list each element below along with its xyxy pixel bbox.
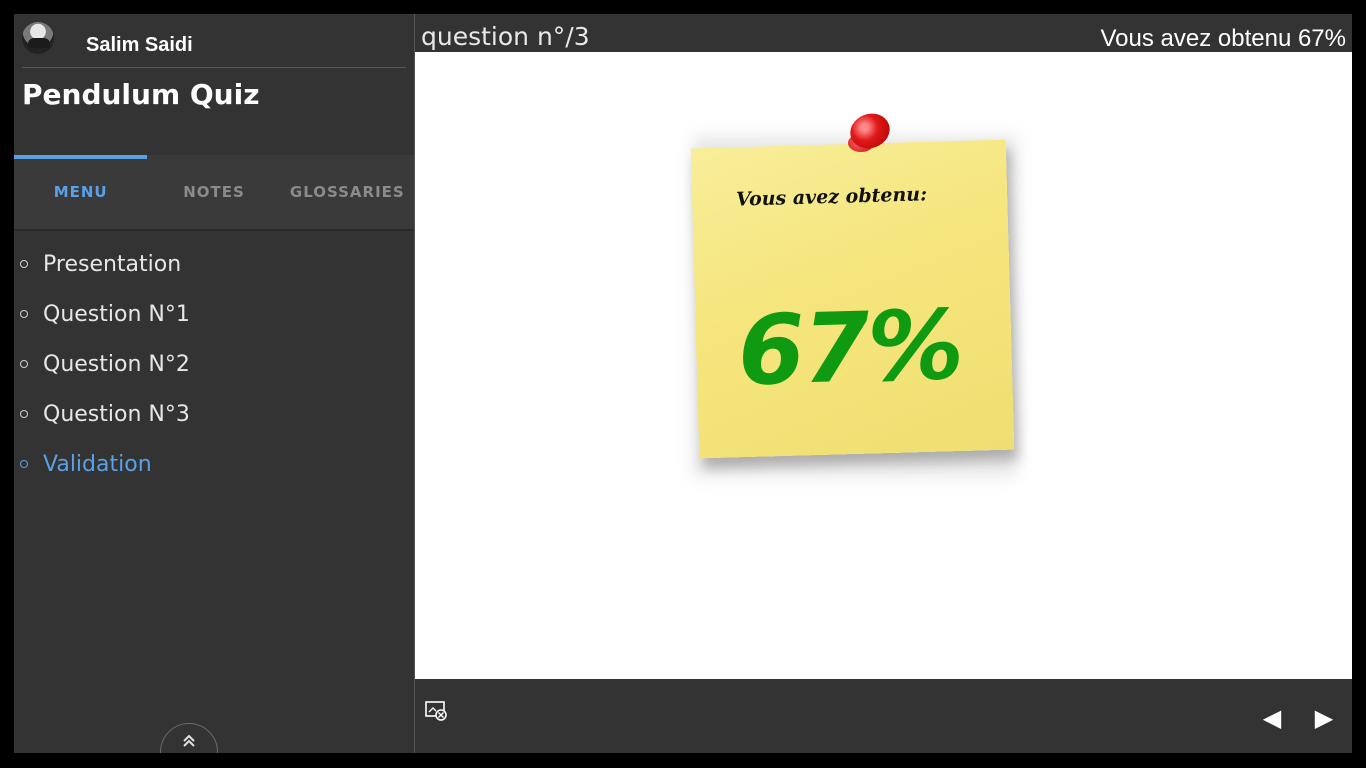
avatar-figure bbox=[28, 38, 50, 48]
menu-item-question-1[interactable]: Question N°1 bbox=[14, 289, 414, 339]
question-counter: question n°/3 bbox=[421, 22, 590, 51]
author-row: Salim Saidi bbox=[14, 14, 414, 68]
top-bar: question n°/3 Vous avez obtenu 67% bbox=[415, 14, 1352, 52]
tab-menu[interactable]: MENU bbox=[14, 155, 148, 229]
bottom-bar: ◀ ▶ bbox=[415, 679, 1352, 753]
note-score: 67% bbox=[736, 288, 964, 408]
menu-item-question-2[interactable]: Question N°2 bbox=[14, 339, 414, 389]
course-title: Pendulum Quiz bbox=[22, 78, 260, 111]
double-chevron-up-svg bbox=[183, 734, 195, 747]
slide-content: Vous avez obtenu: 67% bbox=[415, 52, 1352, 679]
author-name: Salim Saidi bbox=[86, 34, 193, 56]
screen-settings-icon[interactable] bbox=[425, 700, 449, 722]
menu-item-label: Question N°3 bbox=[43, 401, 190, 427]
sidebar-tabs: MENU NOTES GLOSSARIES bbox=[14, 155, 414, 229]
screen-settings-svg bbox=[425, 701, 447, 721]
double-chevron-up-icon bbox=[161, 734, 217, 751]
sidebar: Salim Saidi Pendulum Quiz MENU NOTES GLO… bbox=[14, 14, 414, 753]
collapse-button[interactable] bbox=[160, 723, 218, 753]
bullet-icon bbox=[20, 360, 28, 368]
prev-button[interactable]: ◀ bbox=[1258, 703, 1286, 733]
menu-item-label: Presentation bbox=[43, 251, 182, 277]
bullet-icon bbox=[20, 310, 28, 318]
tab-notes[interactable]: NOTES bbox=[147, 155, 280, 229]
tabs-divider bbox=[14, 229, 414, 231]
menu-item-validation[interactable]: Validation bbox=[14, 439, 414, 489]
menu-item-label: Question N°2 bbox=[43, 351, 190, 377]
next-button[interactable]: ▶ bbox=[1310, 703, 1338, 733]
bullet-icon bbox=[20, 260, 28, 268]
menu-item-label: Question N°1 bbox=[43, 301, 190, 327]
author-divider bbox=[22, 67, 406, 68]
bullet-icon bbox=[20, 460, 28, 468]
menu-item-label: Validation bbox=[43, 451, 152, 477]
avatar bbox=[22, 22, 54, 54]
tab-glossaries[interactable]: GLOSSARIES bbox=[281, 155, 414, 229]
menu-item-presentation[interactable]: Presentation bbox=[14, 239, 414, 289]
bullet-icon bbox=[20, 410, 28, 418]
menu-list: Presentation Question N°1 Question N°2 Q… bbox=[14, 239, 414, 489]
score-header: Vous avez obtenu 67% bbox=[1100, 25, 1346, 52]
menu-item-question-3[interactable]: Question N°3 bbox=[14, 389, 414, 439]
